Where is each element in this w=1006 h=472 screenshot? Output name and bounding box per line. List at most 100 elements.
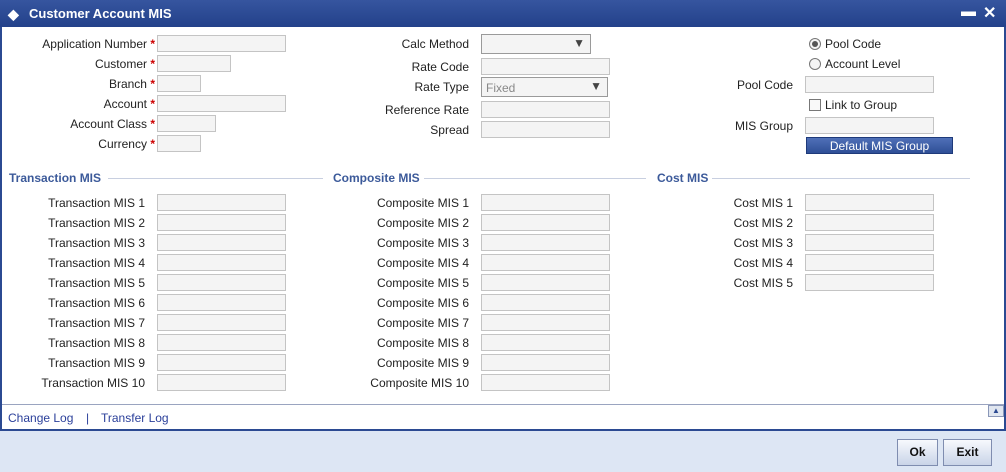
customer-label: Customer *: [94, 57, 155, 71]
rate-type-select[interactable]: Fixed ▼: [481, 77, 608, 97]
composite-mis-label: Composite MIS 9: [376, 356, 469, 370]
spread-label: Spread: [430, 123, 469, 137]
link-to-group-checkbox[interactable]: [809, 99, 821, 111]
branch-label: Branch *: [108, 77, 155, 91]
default-mis-group-button[interactable]: Default MIS Group: [806, 137, 953, 154]
diamond-icon: ◆: [8, 6, 19, 22]
branch-field[interactable]: [157, 75, 201, 92]
reference-rate-field[interactable]: [481, 101, 610, 118]
transaction-mis-field[interactable]: [157, 334, 286, 351]
composite-mis-field[interactable]: [481, 314, 610, 331]
composite-mis-field[interactable]: [481, 374, 610, 391]
transaction-mis-label: Transaction MIS 8: [48, 336, 145, 350]
composite-mis-field[interactable]: [481, 334, 610, 351]
section-divider: [108, 178, 323, 179]
account-field[interactable]: [157, 95, 286, 112]
mis-group-field[interactable]: [805, 117, 934, 134]
composite-mis-field[interactable]: [481, 354, 610, 371]
composite-mis-field[interactable]: [481, 294, 610, 311]
rate-type-value: Fixed: [486, 81, 516, 95]
composite-mis-field[interactable]: [481, 194, 610, 211]
transaction-mis-field[interactable]: [157, 254, 286, 271]
transaction-mis-label: Transaction MIS 6: [48, 296, 145, 310]
composite-mis-field[interactable]: [481, 274, 610, 291]
customer-field[interactable]: [157, 55, 231, 72]
transaction-mis-field[interactable]: [157, 234, 286, 251]
cost-mis-field[interactable]: [805, 234, 934, 251]
transaction-mis-field[interactable]: [157, 194, 286, 211]
bottom-button-bar: Ok Exit: [0, 429, 1006, 472]
composite-mis-label: Composite MIS 2: [376, 216, 469, 230]
window-border-left: [0, 27, 2, 429]
application-number-label: Application Number *: [42, 37, 155, 51]
transaction-mis-label: Transaction MIS 7: [48, 316, 145, 330]
reference-rate-label: Reference Rate: [384, 103, 469, 117]
composite-mis-label: Composite MIS 5: [376, 276, 469, 290]
transaction-mis-label: Transaction MIS 3: [48, 236, 145, 250]
cost-mis-label: Cost MIS 5: [733, 276, 793, 290]
cost-mis-label: Cost MIS 4: [733, 256, 793, 270]
account-class-label: Account Class *: [70, 117, 155, 131]
composite-mis-title: Composite MIS: [333, 171, 420, 185]
rate-type-label: Rate Type: [414, 80, 469, 94]
composite-mis-label: Composite MIS 6: [376, 296, 469, 310]
currency-field[interactable]: [157, 135, 201, 152]
transaction-mis-label: Transaction MIS 9: [48, 356, 145, 370]
window-titlebar: ◆ Customer Account MIS ▬ ✕: [0, 0, 1006, 27]
transaction-mis-field[interactable]: [157, 214, 286, 231]
section-divider: [712, 178, 970, 179]
calc-method-select[interactable]: ▼: [481, 34, 591, 54]
minimize-icon[interactable]: ▬: [961, 3, 976, 20]
cost-mis-title: Cost MIS: [657, 171, 709, 185]
account-level-radio[interactable]: [809, 58, 821, 70]
cost-mis-field[interactable]: [805, 274, 934, 291]
transaction-mis-field[interactable]: [157, 294, 286, 311]
cost-mis-field[interactable]: [805, 214, 934, 231]
composite-mis-field[interactable]: [481, 234, 610, 251]
pool-code-field[interactable]: [805, 76, 934, 93]
cost-mis-label: Cost MIS 1: [733, 196, 793, 210]
section-divider: [424, 178, 646, 179]
transfer-log-link[interactable]: Transfer Log: [101, 411, 169, 425]
account-class-field[interactable]: [157, 115, 216, 132]
account-label: Account *: [103, 97, 155, 111]
calc-method-label: Calc Method: [401, 37, 469, 51]
pool-code-radio[interactable]: [809, 38, 821, 50]
composite-mis-label: Composite MIS 10: [370, 376, 469, 390]
transaction-mis-field[interactable]: [157, 274, 286, 291]
cost-mis-label: Cost MIS 3: [733, 236, 793, 250]
exit-button[interactable]: Exit: [943, 439, 992, 466]
composite-mis-label: Composite MIS 4: [376, 256, 469, 270]
currency-label: Currency *: [98, 137, 155, 151]
rate-code-field[interactable]: [481, 58, 610, 75]
link-to-group-label: Link to Group: [825, 98, 898, 112]
chevron-down-icon: ▼: [590, 79, 602, 93]
chevron-down-icon: ▼: [573, 36, 585, 50]
transaction-mis-label: Transaction MIS 5: [48, 276, 145, 290]
composite-mis-label: Composite MIS 8: [376, 336, 469, 350]
cost-mis-field[interactable]: [805, 194, 934, 211]
footer-links-bar: Change Log | Transfer Log: [2, 404, 1004, 429]
transaction-mis-label: Transaction MIS 2: [48, 216, 145, 230]
spread-field[interactable]: [481, 121, 610, 138]
transaction-mis-field[interactable]: [157, 314, 286, 331]
transaction-mis-label: Transaction MIS 1: [48, 196, 145, 210]
cost-mis-label: Cost MIS 2: [733, 216, 793, 230]
ok-button[interactable]: Ok: [897, 439, 938, 466]
close-icon[interactable]: ✕: [983, 3, 996, 23]
transaction-mis-label: Transaction MIS 10: [41, 376, 145, 390]
change-log-link[interactable]: Change Log: [8, 411, 73, 425]
application-number-field[interactable]: [157, 35, 286, 52]
transaction-mis-field[interactable]: [157, 354, 286, 371]
window-title: Customer Account MIS: [29, 6, 172, 21]
cost-mis-field[interactable]: [805, 254, 934, 271]
composite-mis-field[interactable]: [481, 254, 610, 271]
composite-mis-label: Composite MIS 1: [376, 196, 469, 210]
transaction-mis-field[interactable]: [157, 374, 286, 391]
composite-mis-label: Composite MIS 3: [376, 236, 469, 250]
scroll-up-icon[interactable]: ▲: [988, 405, 1004, 417]
pool-code-label: Pool Code: [736, 78, 793, 92]
pool-code-radio-label: Pool Code: [825, 37, 882, 51]
composite-mis-field[interactable]: [481, 214, 610, 231]
mis-group-label: MIS Group: [734, 119, 793, 133]
